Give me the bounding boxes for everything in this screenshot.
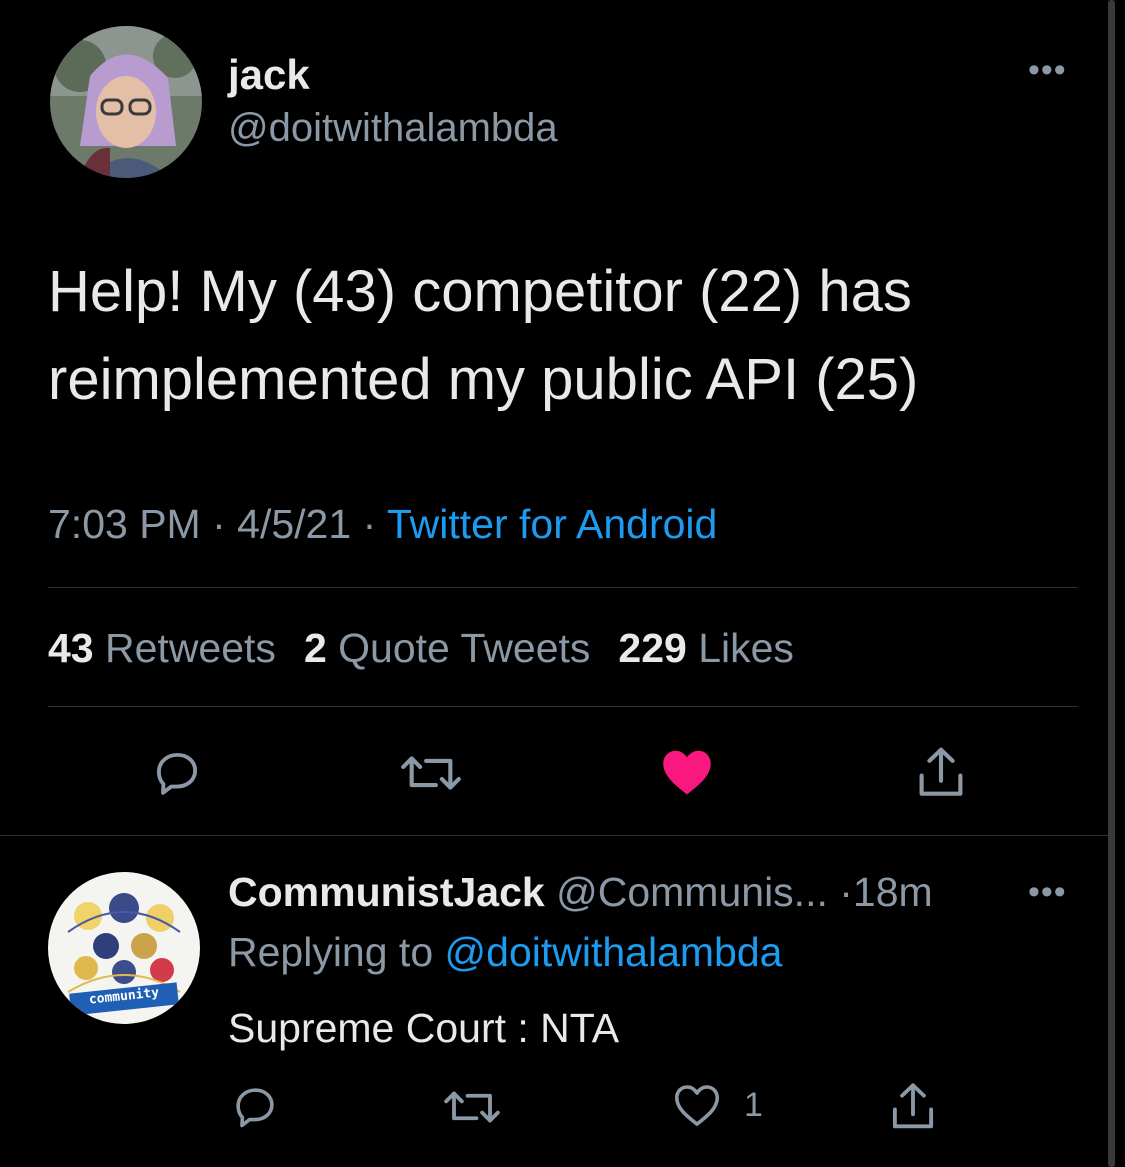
tweet-time[interactable]: 7:03 PM [48,501,201,547]
share-icon [919,747,963,796]
scrollbar[interactable] [1108,0,1115,1167]
author-handle[interactable]: @doitwithalambda [228,104,558,152]
reply-retweet-button[interactable] [440,1080,504,1134]
author-name[interactable]: jack [228,50,310,100]
reply-author-name[interactable]: CommunistJack [228,869,545,915]
author-avatar[interactable] [50,26,202,178]
retweet-icon [444,1091,500,1123]
more-horizontal-icon[interactable]: ••• [1028,53,1067,87]
reply-text: Supreme Court : NTA [228,1005,620,1051]
reply-reply-button[interactable] [228,1080,282,1134]
tweet-date[interactable]: 4/5/21 [237,501,351,547]
divider [48,587,1078,588]
share-icon [892,1083,934,1129]
divider [48,706,1078,707]
reply-age[interactable]: 18m [853,869,933,915]
meta-separator: · [839,869,853,915]
reply-like-count: 1 [744,1085,763,1124]
quotes-stat[interactable]: 2 Quote Tweets [304,625,590,671]
retweet-icon [401,756,461,790]
meta-separator: · [362,501,377,547]
mention-link[interactable]: @doitwithalambda [445,929,783,975]
reply-avatar[interactable]: community [48,872,200,1024]
reply-icon [156,752,198,795]
retweets-stat[interactable]: 43 Retweets [48,625,276,671]
likes-count: 229 [618,625,687,671]
reply-author-handle[interactable]: @Communis... [556,869,828,915]
more-horizontal-icon[interactable]: ••• [1028,875,1067,909]
tweet-source[interactable]: Twitter for Android [387,501,717,547]
like-button[interactable] [656,742,718,802]
retweets-count: 43 [48,625,94,671]
share-button[interactable] [910,742,972,804]
reply-like-button[interactable]: 1 [670,1078,763,1132]
quotes-label: Quote Tweets [338,625,591,671]
reply-header: CommunistJack @Communis... ·18m [228,866,933,918]
retweets-label: Retweets [105,625,276,671]
likes-stat[interactable]: 229 Likes [618,625,794,671]
tweet-text: Help! My (43) competitor (22) has reimpl… [48,259,919,412]
reply-icon [236,1088,274,1128]
reply-button[interactable] [148,744,206,802]
divider [0,835,1110,836]
replying-prefix: Replying to [228,929,434,975]
retweet-button[interactable] [397,744,465,802]
heart-outline-icon [674,1085,720,1126]
likes-label: Likes [698,625,794,671]
meta-separator: · [212,501,226,547]
heart-filled-icon [663,750,711,795]
reply-share-button[interactable] [884,1078,942,1136]
tweet-stats: 43 Retweets 2 Quote Tweets 229 Likes [48,622,822,674]
replying-to: Replying to @doitwithalambda [228,926,782,978]
quotes-count: 2 [303,625,327,671]
tweet-meta: 7:03 PM · 4/5/21 · Twitter for Android [48,498,717,550]
